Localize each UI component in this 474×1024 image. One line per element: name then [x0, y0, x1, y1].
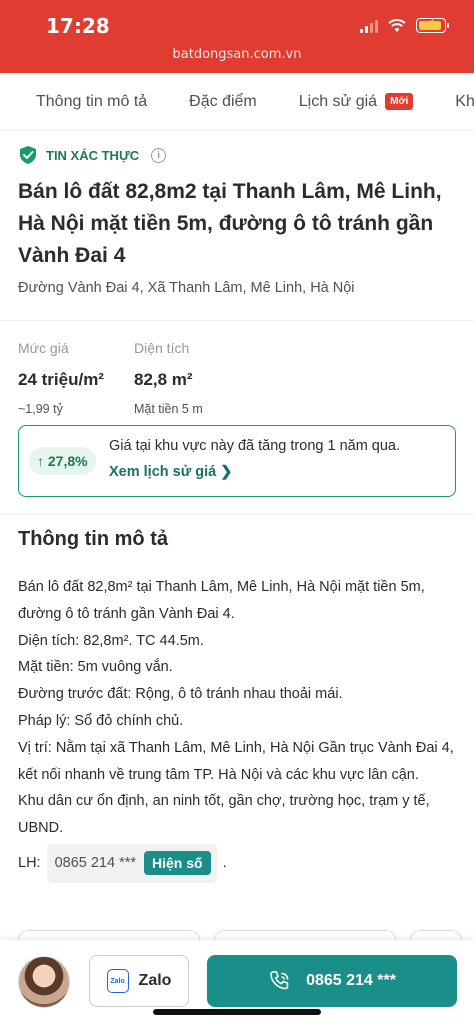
- tab-description[interactable]: Thông tin mô tả: [36, 93, 147, 111]
- listing-address: Đường Vành Đai 4, Xã Thanh Lâm, Mê Linh,…: [18, 280, 355, 296]
- wifi-icon: [388, 18, 406, 32]
- phone-icon: [270, 971, 289, 990]
- contact-line: LH: 0865 214 *** Hiện số .: [18, 843, 462, 883]
- home-indicator: [153, 1009, 321, 1015]
- url-bar[interactable]: batdongsan.com.vn: [0, 47, 474, 62]
- description-line: Đường trước đất: Rộng, ô tô tránh nhau t…: [18, 686, 343, 703]
- area-value: 82,8 m²: [134, 370, 193, 389]
- price-value: 24 triệu/m²: [18, 370, 104, 389]
- verified-badge: TIN XÁC THỰC i: [18, 145, 167, 165]
- masked-phone-number: 0865 214 ***: [54, 854, 137, 871]
- contact-label: LH:: [18, 854, 41, 871]
- status-bar: 17:28 ⚡ batdongsan.com.vn: [0, 0, 474, 73]
- signal-icon: [360, 19, 378, 33]
- description-line: Bán lô đất 82,8m² tại Thanh Lâm, Mê Linh…: [18, 579, 425, 622]
- new-badge: Mới: [385, 93, 414, 110]
- tab-price-history[interactable]: Lịch sử giá Mới: [299, 93, 414, 111]
- zalo-label: Zalo: [138, 972, 172, 989]
- section-tabs: Thông tin mô tả Đặc điểm Lịch sử giá Mới …: [0, 73, 474, 131]
- tab-more[interactable]: Kh: [455, 93, 474, 111]
- status-icons: ⚡: [360, 18, 449, 33]
- price-block: Mức giá 24 triệu/m² ~1,99 tỷ: [18, 340, 104, 416]
- battery-charging-icon: ⚡: [416, 18, 449, 33]
- verified-label: TIN XÁC THỰC: [46, 147, 140, 163]
- price-growth-card: ↑ 27,8% Giá tại khu vực này đã tăng tron…: [18, 425, 456, 497]
- show-number-button[interactable]: Hiện số: [144, 851, 211, 876]
- frontage: Mặt tiền 5 m: [134, 402, 203, 416]
- call-number: 0865 214 ***: [306, 972, 396, 989]
- call-button[interactable]: 0865 214 ***: [207, 955, 457, 1007]
- divider: [0, 514, 474, 515]
- shield-check-icon: [20, 146, 36, 164]
- chevron-right-icon: ❯: [220, 464, 233, 480]
- price-total: ~1,99 tỷ: [18, 402, 63, 416]
- description-line: Pháp lý: Sổ đỏ chính chủ.: [18, 712, 184, 729]
- growth-text: Giá tại khu vực này đã tăng trong 1 năm …: [109, 438, 401, 454]
- description-line: Khu dân cư ổn định, an ninh tốt, gần chợ…: [18, 793, 430, 837]
- description-line: Mặt tiền: 5m vuông vắn.: [18, 659, 173, 676]
- area-block: Diện tích 82,8 m² Mặt tiền 5 m: [134, 340, 203, 416]
- price-label: Mức giá: [18, 340, 69, 356]
- info-icon[interactable]: i: [151, 147, 167, 163]
- clock: 17:28: [46, 14, 110, 38]
- description-heading: Thông tin mô tả: [18, 528, 168, 550]
- agent-avatar[interactable]: [18, 956, 70, 1008]
- description-line: Vị trí: Nằm tại xã Thanh Lâm, Mê Linh, H…: [18, 739, 454, 783]
- growth-percent-badge: ↑ 27,8%: [29, 447, 96, 475]
- price-history-link[interactable]: Xem lịch sử giá ❯: [109, 464, 232, 480]
- listing-title: Bán lô đất 82,8m2 tại Thanh Lâm, Mê Linh…: [18, 180, 442, 267]
- tab-features[interactable]: Đặc điểm: [189, 93, 257, 111]
- contact-end: .: [222, 854, 227, 871]
- description-line: Diện tích: 82,8m². TC 44.5m.: [18, 632, 204, 649]
- zalo-icon: Zalo: [106, 969, 129, 993]
- area-label: Diện tích: [134, 340, 190, 356]
- divider: [0, 320, 474, 321]
- masked-phone: 0865 214 *** Hiện số: [46, 843, 217, 883]
- zalo-button[interactable]: Zalo Zalo: [89, 955, 189, 1007]
- description-body: Bán lô đất 82,8m² tại Thanh Lâm, Mê Linh…: [18, 574, 462, 883]
